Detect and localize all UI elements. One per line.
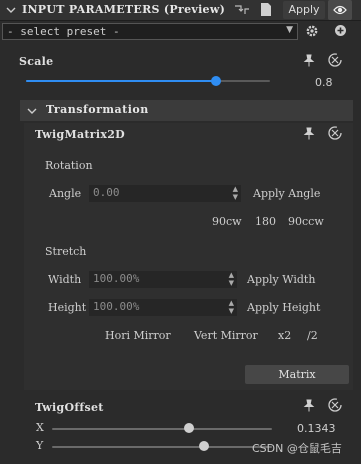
stretch-section-label: Stretch	[45, 245, 87, 258]
offset-x-label: X	[36, 421, 44, 434]
twig-offset-reset-icon[interactable]	[327, 397, 343, 416]
angle-input-value: 0.00	[93, 186, 120, 199]
settings-gear-icon[interactable]	[305, 24, 319, 41]
twig-matrix-title: TwigMatrix2D	[35, 128, 126, 141]
height-input-value: 100.00%	[93, 300, 140, 313]
angle-input[interactable]: 0.00 ▲ ▼	[89, 185, 241, 202]
offset-y-label: Y	[36, 439, 44, 452]
scale-pin-icon[interactable]	[303, 54, 315, 70]
scale-slider-fill	[26, 80, 217, 82]
width-spinner-icon[interactable]: ▲ ▼	[229, 271, 234, 287]
scale-reset-icon[interactable]	[327, 52, 343, 71]
preset-select-label: - select preset -	[7, 25, 120, 38]
width-input[interactable]: 100.00% ▲ ▼	[89, 271, 237, 288]
apply-height-button[interactable]: Apply Height	[247, 301, 320, 314]
width-label: Width	[48, 273, 82, 286]
stretch-div2-button[interactable]: /2	[307, 329, 318, 342]
scale-slider-handle[interactable]	[211, 76, 222, 86]
angle-label: Angle	[49, 187, 82, 200]
collapse-chevron-icon[interactable]	[6, 5, 16, 18]
height-input[interactable]: 100.00% ▲ ▼	[89, 299, 237, 316]
preset-select[interactable]: - select preset - ▼	[2, 23, 298, 40]
rotate-180-button[interactable]: 180	[255, 215, 276, 228]
apply-button[interactable]: Apply	[283, 1, 325, 19]
rotate-90cw-button[interactable]: 90cw	[212, 215, 242, 228]
offset-x-slider-track[interactable]	[52, 428, 272, 430]
twig-offset-pin-icon[interactable]	[303, 399, 315, 415]
parameters-header: INPUT PARAMETERS (Preview) Apply	[0, 0, 361, 21]
twig-matrix-reset-icon[interactable]	[327, 125, 343, 144]
width-input-value: 100.00%	[93, 272, 140, 285]
transformation-section-header[interactable]: Transformation	[20, 100, 353, 121]
scale-label: Scale	[19, 55, 54, 68]
rotation-section-label: Rotation	[45, 159, 93, 172]
scale-value: 0.8	[315, 76, 333, 89]
matrix-button[interactable]: Matrix	[245, 365, 349, 384]
twig-offset-title: TwigOffset	[35, 401, 104, 414]
preview-eye-icon[interactable]	[328, 0, 352, 20]
offset-x-slider-handle[interactable]	[183, 423, 194, 433]
vert-mirror-button[interactable]: Vert Mirror	[194, 329, 258, 342]
twig-matrix-pin-icon[interactable]	[303, 127, 315, 143]
apply-width-button[interactable]: Apply Width	[247, 273, 315, 286]
offset-y-slider-handle[interactable]	[198, 441, 209, 451]
section-chevron-icon	[27, 106, 37, 119]
angle-spinner-icon[interactable]: ▲ ▼	[233, 185, 238, 201]
height-spinner-icon[interactable]: ▲ ▼	[229, 299, 234, 315]
offset-y-slider-track[interactable]	[52, 446, 272, 448]
sort-icon[interactable]	[233, 3, 251, 20]
transformation-label: Transformation	[46, 103, 149, 116]
offset-x-value: 0.1343	[297, 422, 336, 435]
watermark-text: CSDN @仓鼠毛吉	[252, 442, 342, 455]
hori-mirror-button[interactable]: Hori Mirror	[105, 329, 171, 342]
dropdown-arrow-icon: ▼	[286, 25, 293, 35]
add-preset-icon[interactable]	[334, 24, 347, 40]
height-label: Height	[48, 301, 87, 314]
document-icon[interactable]	[260, 2, 272, 20]
apply-angle-button[interactable]: Apply Angle	[253, 187, 320, 200]
header-title: INPUT PARAMETERS (Preview)	[22, 3, 226, 16]
stretch-x2-button[interactable]: x2	[278, 329, 291, 342]
rotate-90ccw-button[interactable]: 90ccw	[288, 215, 324, 228]
